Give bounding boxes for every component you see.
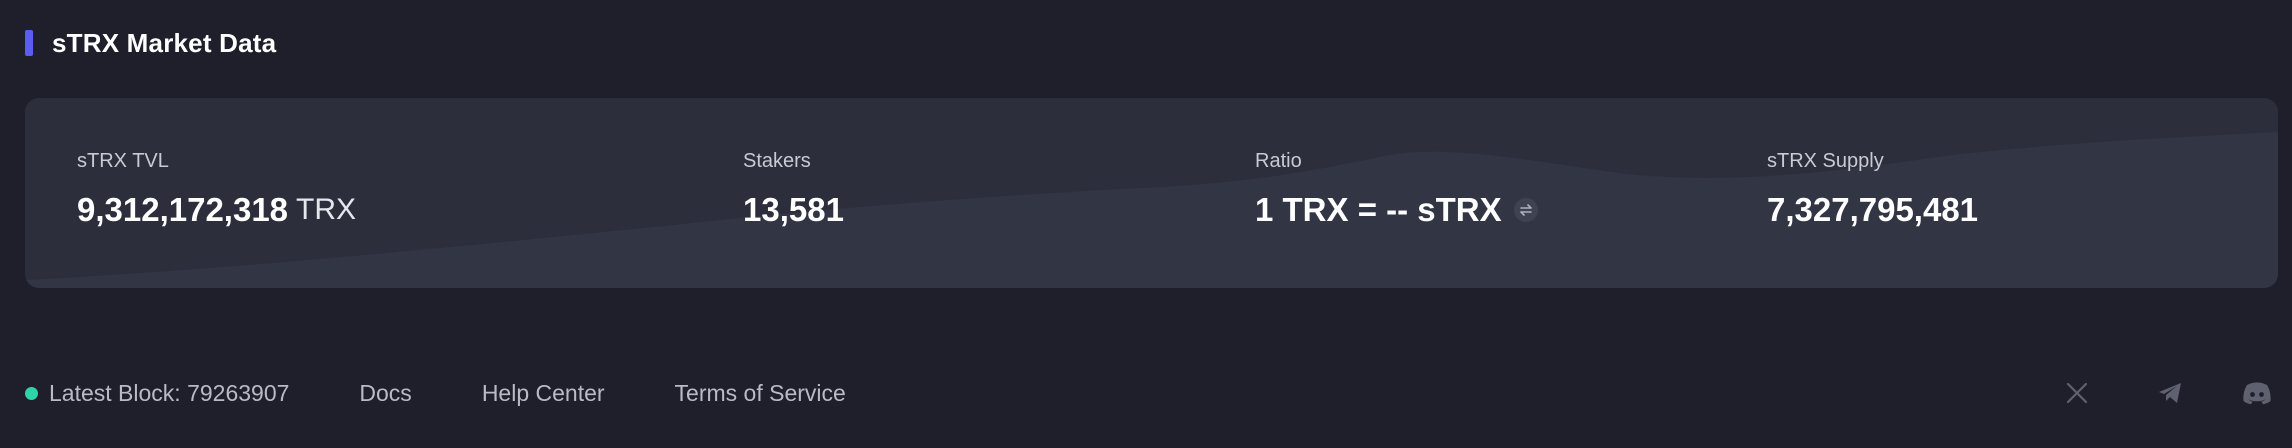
accent-bar xyxy=(25,30,33,56)
page: sTRX Market Data sTRX TVL 9,312,172,318 … xyxy=(0,0,2292,448)
stat-stakers-label: Stakers xyxy=(743,150,811,172)
footer-link-docs[interactable]: Docs xyxy=(359,380,411,407)
stat-ratio: Ratio 1 TRX = -- sTRX xyxy=(1255,150,1538,229)
section-title: sTRX Market Data xyxy=(52,27,277,58)
footer: Latest Block: 79263907 Docs Help Center … xyxy=(25,376,846,410)
stat-ratio-label: Ratio xyxy=(1255,150,1302,172)
stat-ratio-value: 1 TRX = -- sTRX xyxy=(1255,191,1502,228)
stat-supply: sTRX Supply 7,327,795,481 xyxy=(1767,150,1978,229)
stat-tvl: sTRX TVL 9,312,172,318 TRX xyxy=(77,150,356,229)
section-header: sTRX Market Data xyxy=(25,28,276,58)
stat-tvl-label: sTRX TVL xyxy=(77,150,169,172)
market-data-card: sTRX TVL 9,312,172,318 TRX Stakers 13,58… xyxy=(25,98,2278,288)
x-icon[interactable] xyxy=(2060,378,2094,408)
stat-supply-value: 7,327,795,481 xyxy=(1767,191,1979,228)
footer-link-help-center[interactable]: Help Center xyxy=(482,380,605,407)
status-dot-icon xyxy=(25,386,38,400)
stat-tvl-unit: TRX xyxy=(296,193,357,226)
stat-stakers: Stakers 13,581 xyxy=(743,150,844,229)
stat-tvl-value-row: 9,312,172,318 TRX xyxy=(77,191,356,229)
telegram-icon[interactable] xyxy=(2153,378,2187,408)
stat-ratio-value-row: 1 TRX = -- sTRX xyxy=(1255,191,1538,229)
footer-link-terms-of-service[interactable]: Terms of Service xyxy=(675,380,846,407)
swap-icon[interactable] xyxy=(1513,198,1538,222)
stat-tvl-value: 9,312,172,318 xyxy=(77,191,289,228)
latest-block: Latest Block: 79263907 xyxy=(49,379,290,406)
discord-icon[interactable] xyxy=(2240,378,2274,408)
stat-stakers-value: 13,581 xyxy=(743,191,844,228)
stat-supply-label: sTRX Supply xyxy=(1767,150,1884,172)
